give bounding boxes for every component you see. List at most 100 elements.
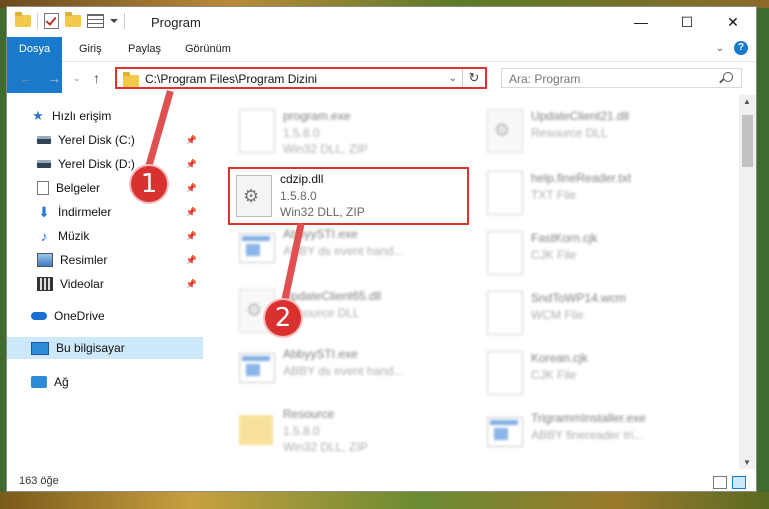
sidebar-item-label: Yerel Disk (C:) xyxy=(58,133,135,147)
pin-icon[interactable]: 📌 xyxy=(186,255,197,266)
sidebar-item-label: Müzik xyxy=(58,229,90,243)
list-item[interactable]: AbbyySTI.exe ABBY ds event hand... xyxy=(231,223,471,279)
dll-file-icon xyxy=(236,175,272,217)
highlighted-file-cdzip[interactable]: cdzip.dll 1.5.8.0 Win32 DLL, ZIP xyxy=(228,167,469,225)
scroll-thumb[interactable] xyxy=(742,115,753,167)
search-placeholder: Ara: Program xyxy=(509,72,581,86)
list-item[interactable]: TrigrammInstaller.exe ABBY finereader tr… xyxy=(479,407,719,463)
chevron-down-icon[interactable]: ⌄ xyxy=(716,43,724,54)
sidebar-item-label: Resimler xyxy=(60,253,108,267)
ribbon-tabs: Dosya Giriş Paylaş Görünüm ⌄ ? xyxy=(7,37,756,93)
forward-arrow-icon[interactable]: → xyxy=(47,70,61,86)
text-file-icon xyxy=(487,171,523,215)
sidebar-item-pictures[interactable]: Resimler 📌 xyxy=(37,249,203,271)
scroll-down-icon[interactable]: ▼ xyxy=(743,458,751,467)
maximize-button[interactable]: ☐ xyxy=(664,7,710,37)
file-version: 1.5.8.0 xyxy=(283,126,320,140)
pin-icon[interactable]: 📌 xyxy=(186,231,197,242)
sidebar-item-label: Ağ xyxy=(54,375,69,389)
address-path[interactable]: C:\Program Files\Program Dizini xyxy=(145,72,317,86)
sidebar-item-label: Bu bilgisayar xyxy=(56,341,125,355)
file-name: FastKorn.cjk xyxy=(531,231,598,245)
file-name: TrigrammInstaller.exe xyxy=(531,411,646,425)
list-item[interactable]: FastKorn.cjk CJK File xyxy=(479,227,719,283)
window-controls: — ☐ ✕ xyxy=(618,7,756,37)
cloud-icon xyxy=(31,312,47,320)
recent-dropdown-icon[interactable]: ⌄ xyxy=(73,73,81,84)
pin-icon[interactable]: 📌 xyxy=(186,135,197,146)
sidebar-item-disk-d[interactable]: Yerel Disk (D:) 📌 xyxy=(37,153,203,175)
sidebar-item-videos[interactable]: Videolar 📌 xyxy=(37,273,203,295)
file-name: Resource xyxy=(283,407,335,421)
search-icon xyxy=(723,72,733,82)
item-count: 163 öğe xyxy=(19,475,59,487)
tab-view[interactable]: Görünüm xyxy=(185,37,231,61)
pin-icon[interactable]: 📌 xyxy=(186,279,197,290)
step-badge-1: 1 xyxy=(131,166,167,202)
pin-icon[interactable]: 📌 xyxy=(186,183,197,194)
file-icon xyxy=(487,291,523,335)
list-item[interactable]: Korean.cjk CJK File xyxy=(479,347,719,403)
sidebar-item-disk-c[interactable]: Yerel Disk (C:) 📌 xyxy=(37,129,203,151)
exe-file-icon xyxy=(239,109,275,153)
ribbon-controls: ⌄ ? xyxy=(716,41,748,55)
file-name: cdzip.dll xyxy=(280,172,324,186)
toolbar-separator xyxy=(37,13,38,29)
scroll-up-icon[interactable]: ▲ xyxy=(743,97,751,106)
list-item[interactable]: SndToWP14.wcm WCM File xyxy=(479,287,719,343)
up-arrow-icon[interactable]: ↑ xyxy=(93,70,100,86)
file-icon xyxy=(487,351,523,395)
pin-icon[interactable]: 📌 xyxy=(186,159,197,170)
step-badge-2: 2 xyxy=(265,300,301,336)
download-arrow-icon: ⬇ xyxy=(38,203,50,220)
list-item[interactable]: program.exe 1.5.8.0 Win32 DLL, ZIP xyxy=(231,105,471,161)
back-arrow-icon[interactable]: ← xyxy=(19,70,33,86)
minimize-button[interactable]: — xyxy=(618,7,664,37)
file-type: ABBY ds event hand... xyxy=(283,364,404,378)
refresh-icon[interactable]: ↻ xyxy=(462,69,485,87)
tab-home[interactable]: Giriş xyxy=(79,37,102,61)
details-view-icon[interactable] xyxy=(713,476,727,489)
sidebar-item-quick-access[interactable]: ★ Hızlı erişim xyxy=(31,105,203,127)
chevron-down-icon[interactable]: ⌄ xyxy=(449,73,457,84)
sidebar-item-label: OneDrive xyxy=(54,309,105,323)
customize-dropdown-icon[interactable] xyxy=(110,19,118,23)
tiles-view-icon[interactable] xyxy=(732,476,746,489)
sidebar-item-this-pc[interactable]: Bu bilgisayar xyxy=(7,337,203,359)
desktop-background-bottom xyxy=(0,492,769,509)
sidebar-item-label: Belgeler xyxy=(56,181,101,195)
folder-icon xyxy=(15,12,31,27)
file-type: Win32 DLL, ZIP xyxy=(283,142,368,156)
pin-icon[interactable]: 📌 xyxy=(186,207,197,218)
vertical-scrollbar[interactable]: ▲ ▼ xyxy=(739,95,756,469)
folder-icon xyxy=(239,415,273,445)
sidebar-item-music[interactable]: ♪ Müzik 📌 xyxy=(37,225,203,247)
file-version: 1.5.8.0 xyxy=(283,424,320,438)
list-item[interactable]: UpdateClient21.dll Resource DLL xyxy=(479,105,719,161)
sidebar-item-documents[interactable]: Belgeler 📌 xyxy=(37,177,203,199)
address-bar[interactable]: C:\Program Files\Program Dizini ⌄ ↻ xyxy=(115,67,487,89)
view-toggle xyxy=(713,476,746,489)
file-name: SndToWP14.wcm xyxy=(531,291,626,305)
tab-share[interactable]: Paylaş xyxy=(128,37,161,61)
close-button[interactable]: ✕ xyxy=(710,7,756,37)
disk-drive-icon xyxy=(37,136,51,144)
properties-icon[interactable] xyxy=(44,13,59,29)
sidebar-item-network[interactable]: Ağ xyxy=(31,371,203,393)
file-type: WCM File xyxy=(531,308,584,322)
view-icon[interactable] xyxy=(87,14,104,28)
list-item[interactable]: help.fineReader.txt TXT File xyxy=(479,167,719,223)
file-type: CJK File xyxy=(531,368,577,382)
help-icon[interactable]: ? xyxy=(734,41,748,55)
search-input[interactable]: Ara: Program xyxy=(501,68,742,88)
sidebar-item-onedrive[interactable]: OneDrive xyxy=(31,305,203,327)
document-icon xyxy=(37,181,49,195)
computer-icon xyxy=(31,341,49,355)
new-folder-icon[interactable] xyxy=(65,12,81,27)
sidebar-item-downloads[interactable]: ⬇ İndirmeler 📌 xyxy=(37,201,203,223)
list-item[interactable]: AbbyySTI.exe ABBY ds event hand... xyxy=(231,343,471,399)
dll-file-icon xyxy=(487,109,523,153)
list-item[interactable]: Resource 1.5.8.0 Win32 DLL, ZIP xyxy=(231,403,471,459)
exe-file-icon xyxy=(487,417,523,447)
file-type: ABBY finereader tri... xyxy=(531,428,644,442)
